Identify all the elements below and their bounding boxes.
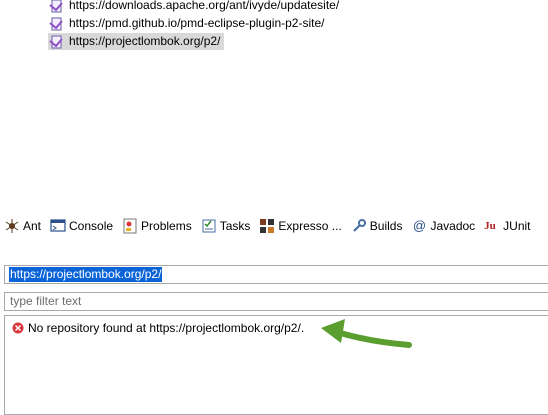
tasks-icon	[202, 219, 216, 233]
problems-icon	[123, 218, 137, 234]
update-site-icon	[49, 17, 63, 30]
update-site-icon	[49, 0, 63, 12]
javadoc-icon: @	[412, 218, 427, 233]
tab-label: JUnit	[503, 219, 531, 233]
junit-icon: Ju	[484, 220, 496, 232]
tab-label: Javadoc	[430, 219, 476, 233]
filter-placeholder: type filter text	[10, 294, 82, 308]
update-site-url: https://downloads.apache.org/ant/ivyde/u…	[69, 0, 340, 12]
error-message-text: No repository found at https://projectlo…	[28, 321, 305, 335]
update-site-url: https://projectlombok.org/p2/	[69, 34, 221, 48]
results-list: No repository found at https://projectlo…	[4, 315, 548, 415]
update-site-url: https://pmd.github.io/pmd-eclipse-plugin…	[69, 16, 325, 30]
tab-label: Console	[69, 219, 114, 233]
tab-label: Ant	[23, 219, 42, 233]
update-site-row[interactable]: https://downloads.apache.org/ant/ivyde/u…	[48, 0, 343, 14]
error-message-row: No repository found at https://projectlo…	[12, 321, 304, 335]
tab-console[interactable]: Console	[46, 214, 118, 238]
tab-label: Problems	[141, 219, 192, 233]
console-icon	[50, 219, 66, 232]
tab-problems[interactable]: Problems	[118, 214, 197, 238]
view-tab-bar: Ant Console Problems Tasks Expresso ... …	[0, 214, 548, 238]
tab-javadoc[interactable]: @ Javadoc	[407, 214, 480, 238]
tab-label: Expresso ...	[278, 219, 342, 233]
expresso-icon	[260, 219, 275, 233]
tab-label: Builds	[369, 219, 403, 233]
tab-tasks[interactable]: Tasks	[197, 214, 256, 238]
repository-location-value: https://projectlombok.org/p2/	[9, 267, 163, 282]
builds-icon	[353, 219, 366, 232]
ant-icon	[5, 219, 19, 233]
update-site-row[interactable]: https://pmd.github.io/pmd-eclipse-plugin…	[48, 15, 328, 32]
error-icon	[12, 322, 24, 334]
update-site-row-selected[interactable]: https://projectlombok.org/p2/	[48, 33, 225, 50]
filter-input[interactable]: type filter text	[4, 292, 548, 311]
tab-builds[interactable]: Builds	[347, 214, 408, 238]
tab-junit[interactable]: Ju JUnit	[480, 214, 535, 238]
tab-label: Tasks	[219, 219, 251, 233]
annotation-arrow-icon	[321, 319, 412, 348]
repository-location-field[interactable]: https://projectlombok.org/p2/	[4, 265, 548, 284]
update-site-icon	[49, 35, 63, 48]
tab-expresso[interactable]: Expresso ...	[255, 214, 346, 238]
tab-ant[interactable]: Ant	[0, 214, 46, 238]
